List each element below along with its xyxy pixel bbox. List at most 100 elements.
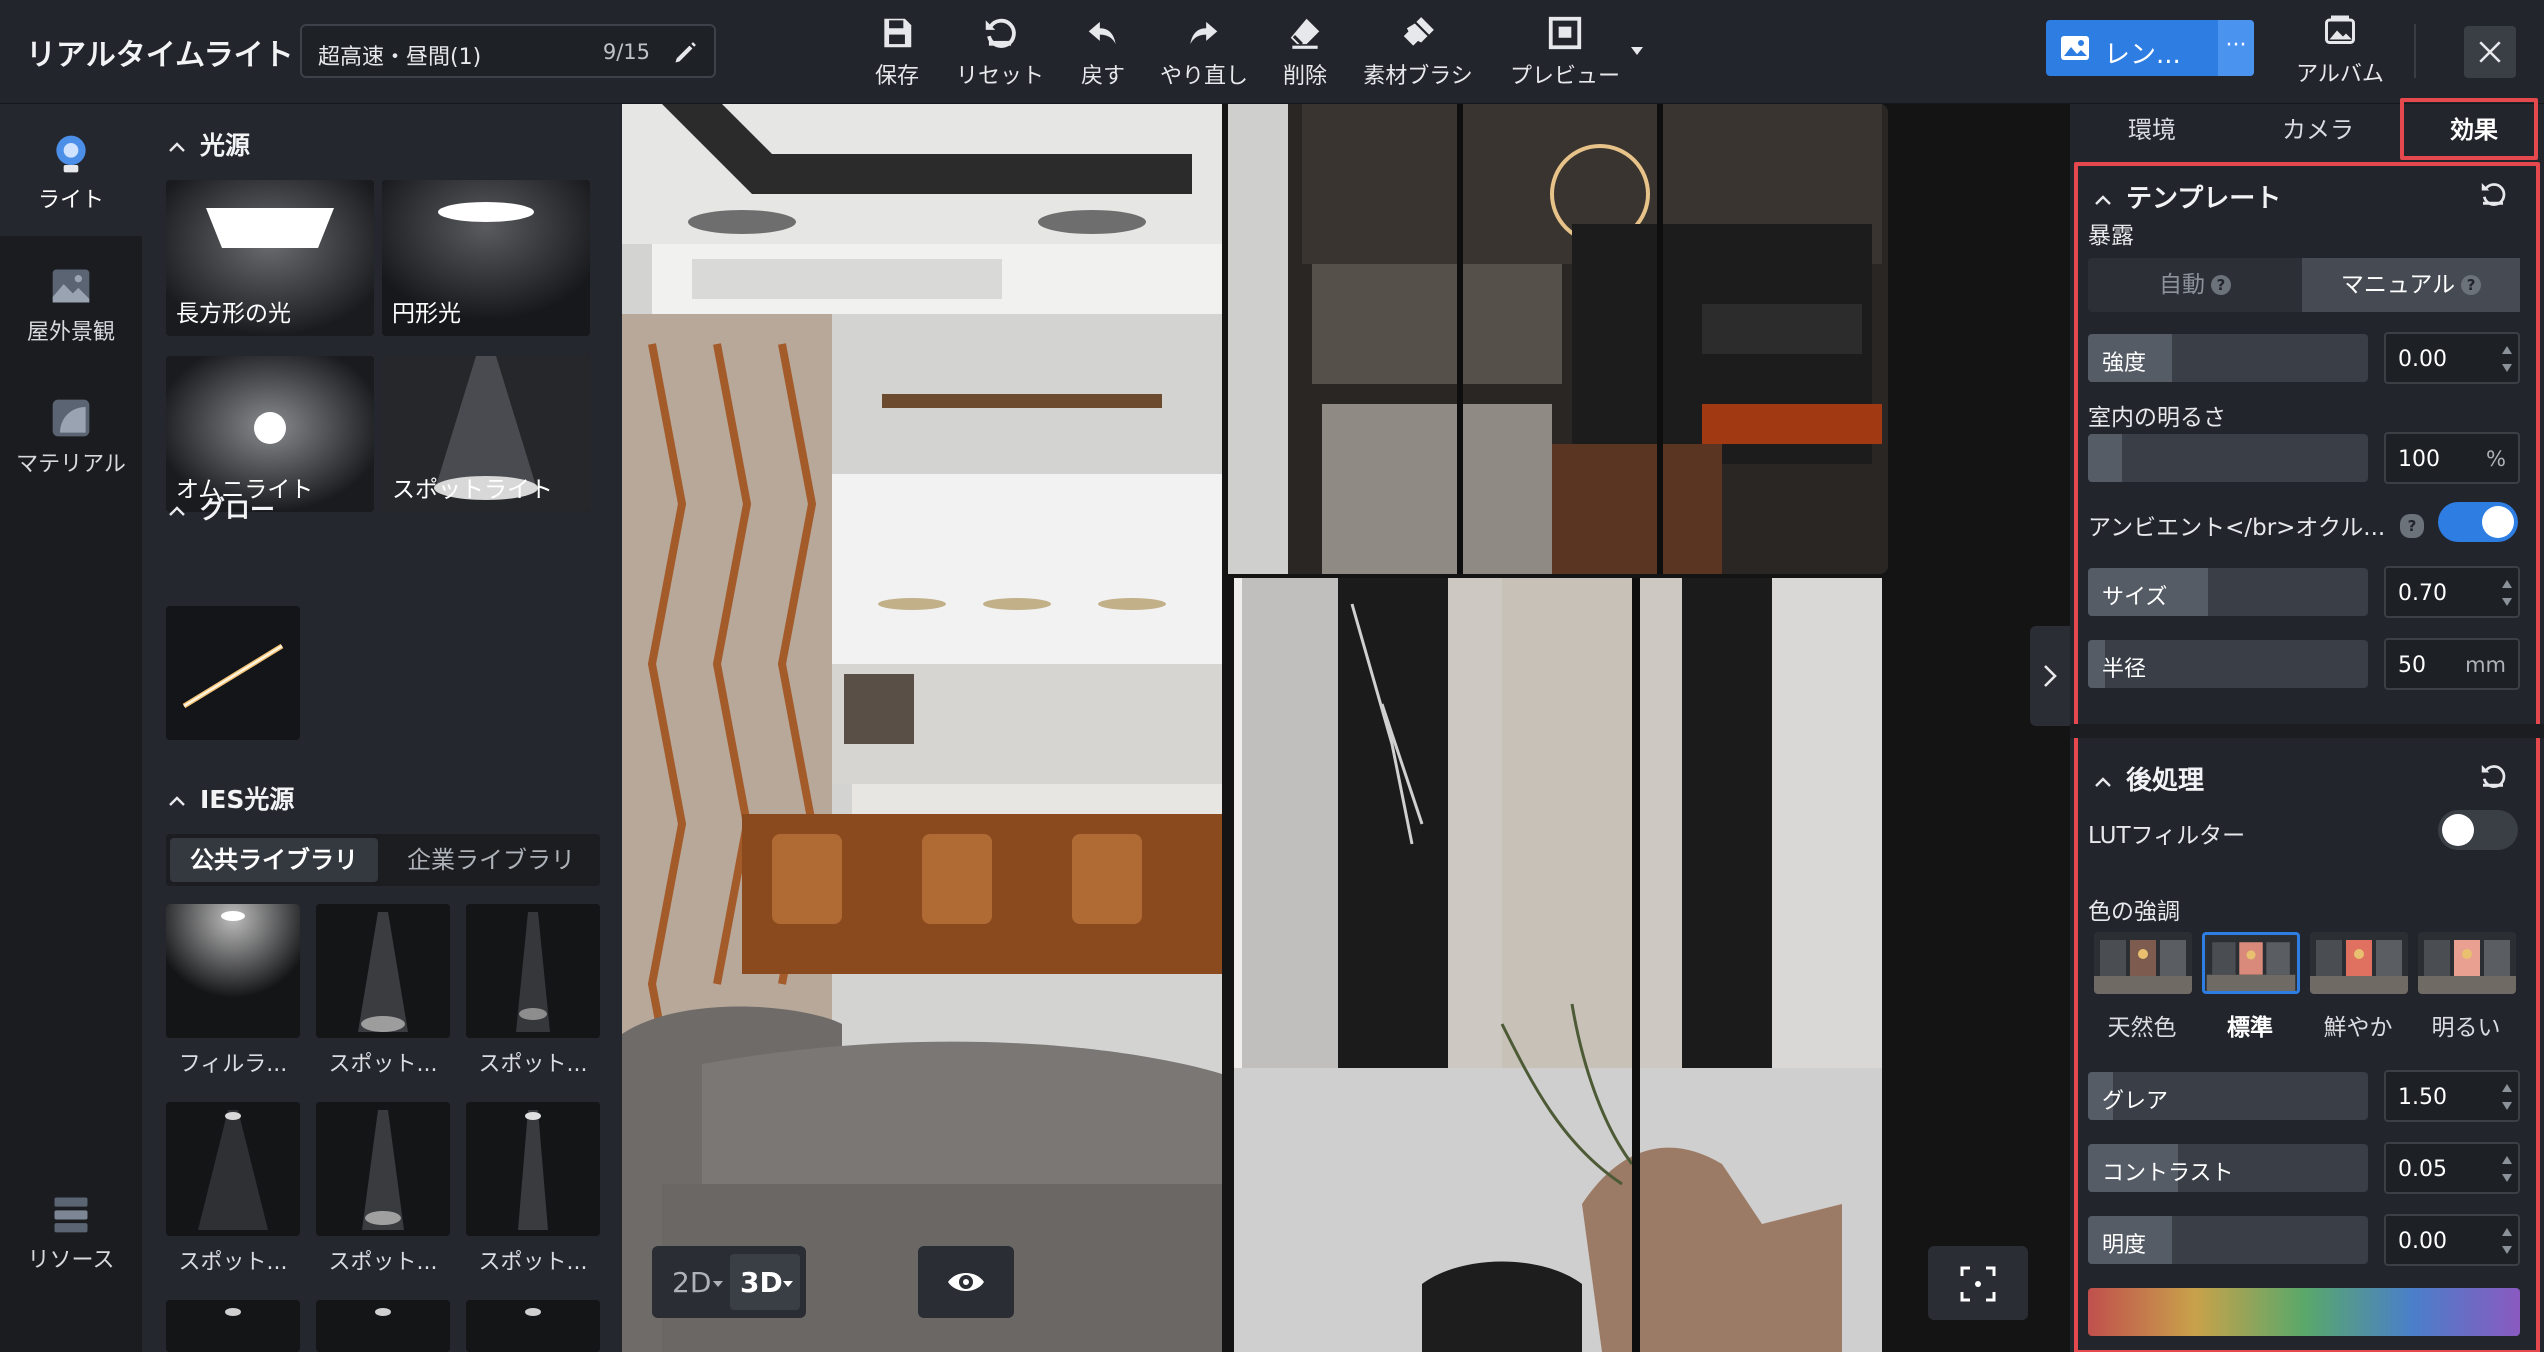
indoor-brightness-slider[interactable] [2088,434,2368,482]
undo-icon [1088,21,1116,45]
ies-item-spot-2[interactable] [466,904,600,1038]
delete-button[interactable]: 削除 [1280,14,1330,90]
ies-item-partial[interactable] [316,1300,450,1352]
toggle-knob [2442,814,2474,846]
sidebar-item-resource[interactable]: リソース [0,1164,142,1296]
preview-dropdown-icon[interactable] [1630,46,1644,56]
pencil-icon[interactable] [672,38,700,66]
reset-label: リセット [955,64,1044,89]
indoor-brightness-label: 室内の明るさ [2088,405,2226,431]
collapse-panel-button[interactable] [2030,626,2070,726]
chevron-up-icon [2095,777,2111,787]
ies-section-header[interactable]: IES光源 [168,780,294,816]
3d-viewport[interactable]: 2D 3D [622,104,2070,1352]
render-button[interactable]: レン... ··· [2046,20,2254,76]
glow-light-strip[interactable] [166,606,300,740]
indoor-brightness-input[interactable]: 100 % [2384,432,2520,484]
preset-thumbnail [2310,932,2408,994]
contrast-slider[interactable]: コントラスト [2088,1144,2368,1192]
clarity-slider[interactable]: 明度 [2088,1216,2368,1264]
glare-slider[interactable]: グレア [2088,1072,2368,1120]
ao-radius-input[interactable]: 50 mm [2384,638,2520,690]
saturation-slider[interactable] [2088,1288,2520,1336]
ies-item-fill[interactable] [166,904,300,1038]
ies-item-spot-1[interactable] [316,904,450,1038]
sidebar-item-landscape[interactable]: 屋外景観 [0,236,142,368]
clarity-input[interactable]: 0.00 [2384,1214,2520,1266]
sidebar-item-light[interactable]: ライト [0,104,142,236]
lut-filter-toggle[interactable] [2438,810,2518,850]
sources-section-header[interactable]: 光源 [168,126,250,162]
brightness-unit: % [2486,447,2506,471]
material-icon [52,399,90,437]
toolbar-divider [2414,24,2416,78]
ies-preview [316,1300,450,1352]
sidebar-item-material[interactable]: マテリアル [0,368,142,500]
color-preset-standard[interactable] [2202,932,2300,994]
ao-size-slider[interactable]: サイズ [2088,568,2368,616]
chevron-up-icon [169,796,185,806]
app-title: リアルタイムライト [26,38,294,73]
exposure-mode-auto[interactable]: 自動? [2088,258,2302,312]
glare-label: グレア [2102,1089,2169,1114]
view-mode-3d-button[interactable]: 3D [730,1254,800,1310]
stepper-icon[interactable] [2500,1150,2514,1188]
light-source-spot[interactable]: スポットライト [382,356,590,512]
reset-icon[interactable] [2478,178,2508,208]
close-button[interactable] [2464,26,2516,78]
render-label: レン... [2104,40,2181,70]
fullscreen-button[interactable] [1928,1246,2028,1320]
view-mode-3d: 3D [740,1266,783,1299]
reset-icon[interactable] [2478,760,2508,790]
contrast-input[interactable]: 0.05 [2384,1142,2520,1194]
reset-button[interactable]: リセット [954,14,1046,90]
glow-section-header[interactable]: グロー [168,490,275,526]
preview-button[interactable]: プレビュー [1508,14,1622,90]
effects-tab-highlight [2400,98,2538,160]
stepper-icon[interactable] [2500,1222,2514,1260]
light-source-rect[interactable]: 長方形の光 [166,180,374,336]
color-preset-natural[interactable] [2094,932,2192,994]
exposure-mode-manual[interactable]: マニュアル? [2302,258,2520,312]
template-section-header[interactable]: テンプレート [2094,178,2281,215]
ies-item-partial[interactable] [166,1300,300,1352]
ao-size-input[interactable]: 0.70 [2384,566,2520,618]
post-section-header[interactable]: 後処理 [2094,760,2204,797]
light-source-circle[interactable]: 円形光 [382,180,590,336]
intensity-input[interactable]: 0.00 [2384,332,2520,384]
visibility-button[interactable] [918,1246,1014,1318]
stepper-icon[interactable] [2500,340,2514,378]
save-button[interactable]: 保存 [872,14,922,90]
intensity-slider[interactable]: 強度 [2088,334,2368,382]
preview-icon [1548,16,1582,50]
light-source-omni[interactable]: オムニライト [166,356,374,512]
save-icon [884,18,912,48]
ies-item-spot-4[interactable] [316,1102,450,1236]
ies-item-label: スポット... [478,1052,588,1077]
color-preset-vivid[interactable] [2310,932,2408,994]
tab-camera[interactable]: カメラ [2282,110,2354,145]
left-icon-sidebar: ライト 屋外景観 マテリアル リソース [0,104,142,1352]
ao-radius-slider[interactable]: 半径 [2088,640,2368,688]
redo-button[interactable]: やり直し [1160,14,1248,90]
ies-item-spot-5[interactable] [466,1102,600,1236]
scene-selector[interactable]: 超高速・昼間(1) 9/15 [300,24,716,78]
sidebar-label: マテリアル [16,452,126,477]
tab-company-library[interactable]: 企業ライブラリ [386,838,596,882]
undo-button[interactable]: 戻す [1078,14,1128,90]
color-preset-bright[interactable] [2418,932,2516,994]
render-more-button[interactable]: ··· [2218,20,2254,76]
ies-item-partial[interactable] [466,1300,600,1352]
help-icon: ? [2400,514,2424,538]
ies-item-spot-3[interactable] [166,1102,300,1236]
tab-environment[interactable]: 環境 [2128,110,2176,145]
ambient-occlusion-toggle[interactable] [2438,502,2518,542]
stepper-icon[interactable] [2500,574,2514,612]
view-mode-2d[interactable]: 2D [672,1266,711,1299]
material-brush-button[interactable]: 素材ブラシ [1362,14,1474,90]
glare-input[interactable]: 1.50 [2384,1070,2520,1122]
interior-render [622,104,2070,1352]
tab-public-library[interactable]: 公共ライブラリ [170,838,378,882]
album-button[interactable]: アルバム [2292,14,2388,90]
stepper-icon[interactable] [2500,1078,2514,1116]
